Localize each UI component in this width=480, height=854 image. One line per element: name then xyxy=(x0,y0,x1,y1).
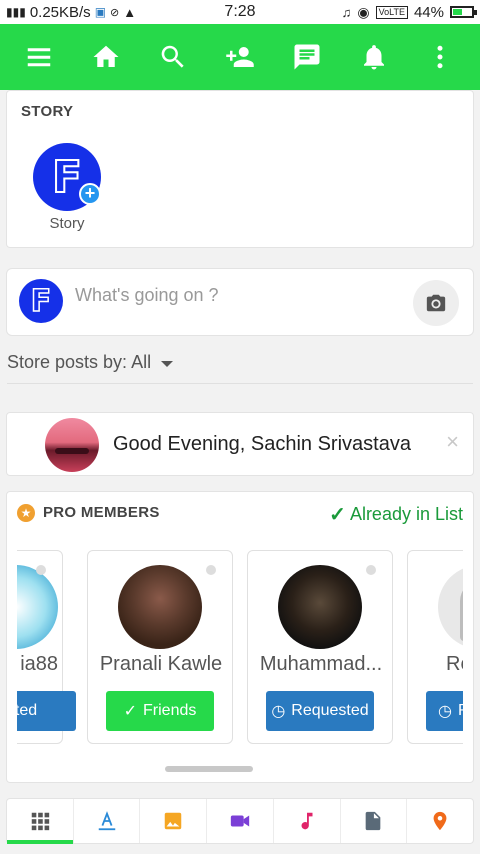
story-label: Story xyxy=(49,215,85,232)
tab-location[interactable] xyxy=(407,799,473,843)
menu-icon[interactable] xyxy=(19,37,59,77)
sort-posts-dropdown[interactable]: Store posts by: All xyxy=(7,352,473,384)
notifications-icon[interactable] xyxy=(354,37,394,77)
pro-members-card: ★ PRO MEMBERS ✓ Already in List ia88 ste… xyxy=(6,491,474,783)
already-in-list-status[interactable]: ✓ Already in List xyxy=(329,502,463,527)
star-icon: ★ xyxy=(17,504,35,522)
app-notification-icon: ▣ xyxy=(94,5,107,19)
mute-icon: ♫ xyxy=(341,4,352,20)
music-icon xyxy=(301,812,313,830)
member-name: Muhammad... xyxy=(259,653,383,675)
volte-badge: VoLTE xyxy=(375,5,408,19)
home-icon[interactable] xyxy=(86,37,126,77)
chevron-down-icon xyxy=(161,361,174,367)
app-logo-letter: F xyxy=(30,283,52,320)
sort-label: Store posts by: All xyxy=(7,352,152,372)
eye-icon: ◉ xyxy=(357,3,370,20)
member-name: Pranali Kawle xyxy=(99,653,223,675)
greeting-text: Good Evening, Sachin Srivastava xyxy=(113,433,411,455)
file-icon xyxy=(366,811,381,831)
member-action-button[interactable]: sted xyxy=(17,691,76,731)
video-icon xyxy=(230,815,250,827)
camera-icon xyxy=(426,294,446,312)
check-icon: ✓ xyxy=(329,504,346,526)
app-logo-letter: F xyxy=(51,151,83,204)
tab-video[interactable] xyxy=(207,799,274,843)
clock-icon: ◷ xyxy=(271,703,286,720)
add-story-icon[interactable]: + xyxy=(79,183,101,205)
online-status-dot xyxy=(206,565,216,575)
check-icon: ✓ xyxy=(123,703,138,720)
tab-image[interactable] xyxy=(140,799,208,843)
evening-sunset-image xyxy=(45,418,99,472)
member-action-label: sted xyxy=(17,702,38,719)
requested-button[interactable]: ◷ Re xyxy=(426,691,463,731)
online-status-dot xyxy=(36,565,46,575)
more-vert-icon[interactable] xyxy=(420,37,460,77)
tab-file[interactable] xyxy=(341,799,408,843)
top-toolbar xyxy=(0,24,480,90)
vpn-icon: ⊘ xyxy=(110,6,120,19)
member-avatar xyxy=(278,565,362,649)
text-icon xyxy=(98,811,115,831)
location-icon xyxy=(433,811,447,831)
member-name: ia88 xyxy=(20,653,58,675)
add-friend-icon[interactable] xyxy=(220,37,260,77)
image-icon xyxy=(165,812,182,830)
battery-percent: 44% xyxy=(413,3,444,21)
tab-all[interactable] xyxy=(7,799,74,844)
requested-button[interactable]: ◷ Requested xyxy=(266,691,374,731)
member-card[interactable]: Muhammad... ◷ Requested xyxy=(247,550,393,744)
friends-button[interactable]: ✓ Friends xyxy=(106,691,214,731)
online-status-dot xyxy=(366,565,376,575)
search-icon[interactable] xyxy=(153,37,193,77)
member-card[interactable]: Pranali Kawle ✓ Friends xyxy=(87,550,233,744)
greeting-card: Good Evening, Sachin Srivastava × xyxy=(6,412,474,476)
tab-music[interactable] xyxy=(274,799,341,843)
bottom-post-type-tabs xyxy=(6,798,474,844)
already-in-list-label: Already in List xyxy=(349,504,463,524)
grid-icon xyxy=(31,812,50,831)
post-composer: F What's going on ? xyxy=(6,268,474,336)
members-carousel[interactable]: ia88 sted Pranali Kawle ✓ Friends Muhamm… xyxy=(17,548,463,748)
network-speed: 0.25KB/s xyxy=(29,3,91,21)
story-card: STORY F + Story xyxy=(6,90,474,248)
clock-icon: ◷ xyxy=(438,703,452,720)
clock: 7:28 xyxy=(224,3,256,20)
member-name: Re xyxy=(446,653,463,675)
signal-icon: ▮▮▮ xyxy=(6,5,26,19)
member-avatar xyxy=(438,565,463,649)
close-icon[interactable]: × xyxy=(446,429,459,455)
battery-icon xyxy=(450,6,477,18)
member-avatar xyxy=(118,565,202,649)
member-action-label: Friends xyxy=(143,702,197,719)
pro-members-title: PRO MEMBERS xyxy=(43,504,160,521)
member-action-label: Requested xyxy=(291,702,369,719)
member-card[interactable]: Re ◷ Re xyxy=(407,550,463,744)
warning-icon: ▲ xyxy=(123,4,137,20)
story-section-title: STORY xyxy=(21,103,74,120)
member-avatar xyxy=(17,565,58,649)
user-avatar[interactable]: F xyxy=(19,279,63,323)
tab-text[interactable] xyxy=(74,799,141,843)
member-action-label: Re xyxy=(458,702,463,720)
camera-button[interactable] xyxy=(413,280,459,326)
status-bar: ▮▮▮ 0.25KB/s ▣ ⊘ ▲ 7:28 ♫ ◉ VoLTE 44% xyxy=(0,0,480,24)
carousel-scroll-indicator[interactable] xyxy=(165,766,253,772)
post-input[interactable]: What's going on ? xyxy=(75,285,219,306)
messages-icon[interactable] xyxy=(287,37,327,77)
member-card[interactable]: ia88 sted xyxy=(17,550,76,744)
